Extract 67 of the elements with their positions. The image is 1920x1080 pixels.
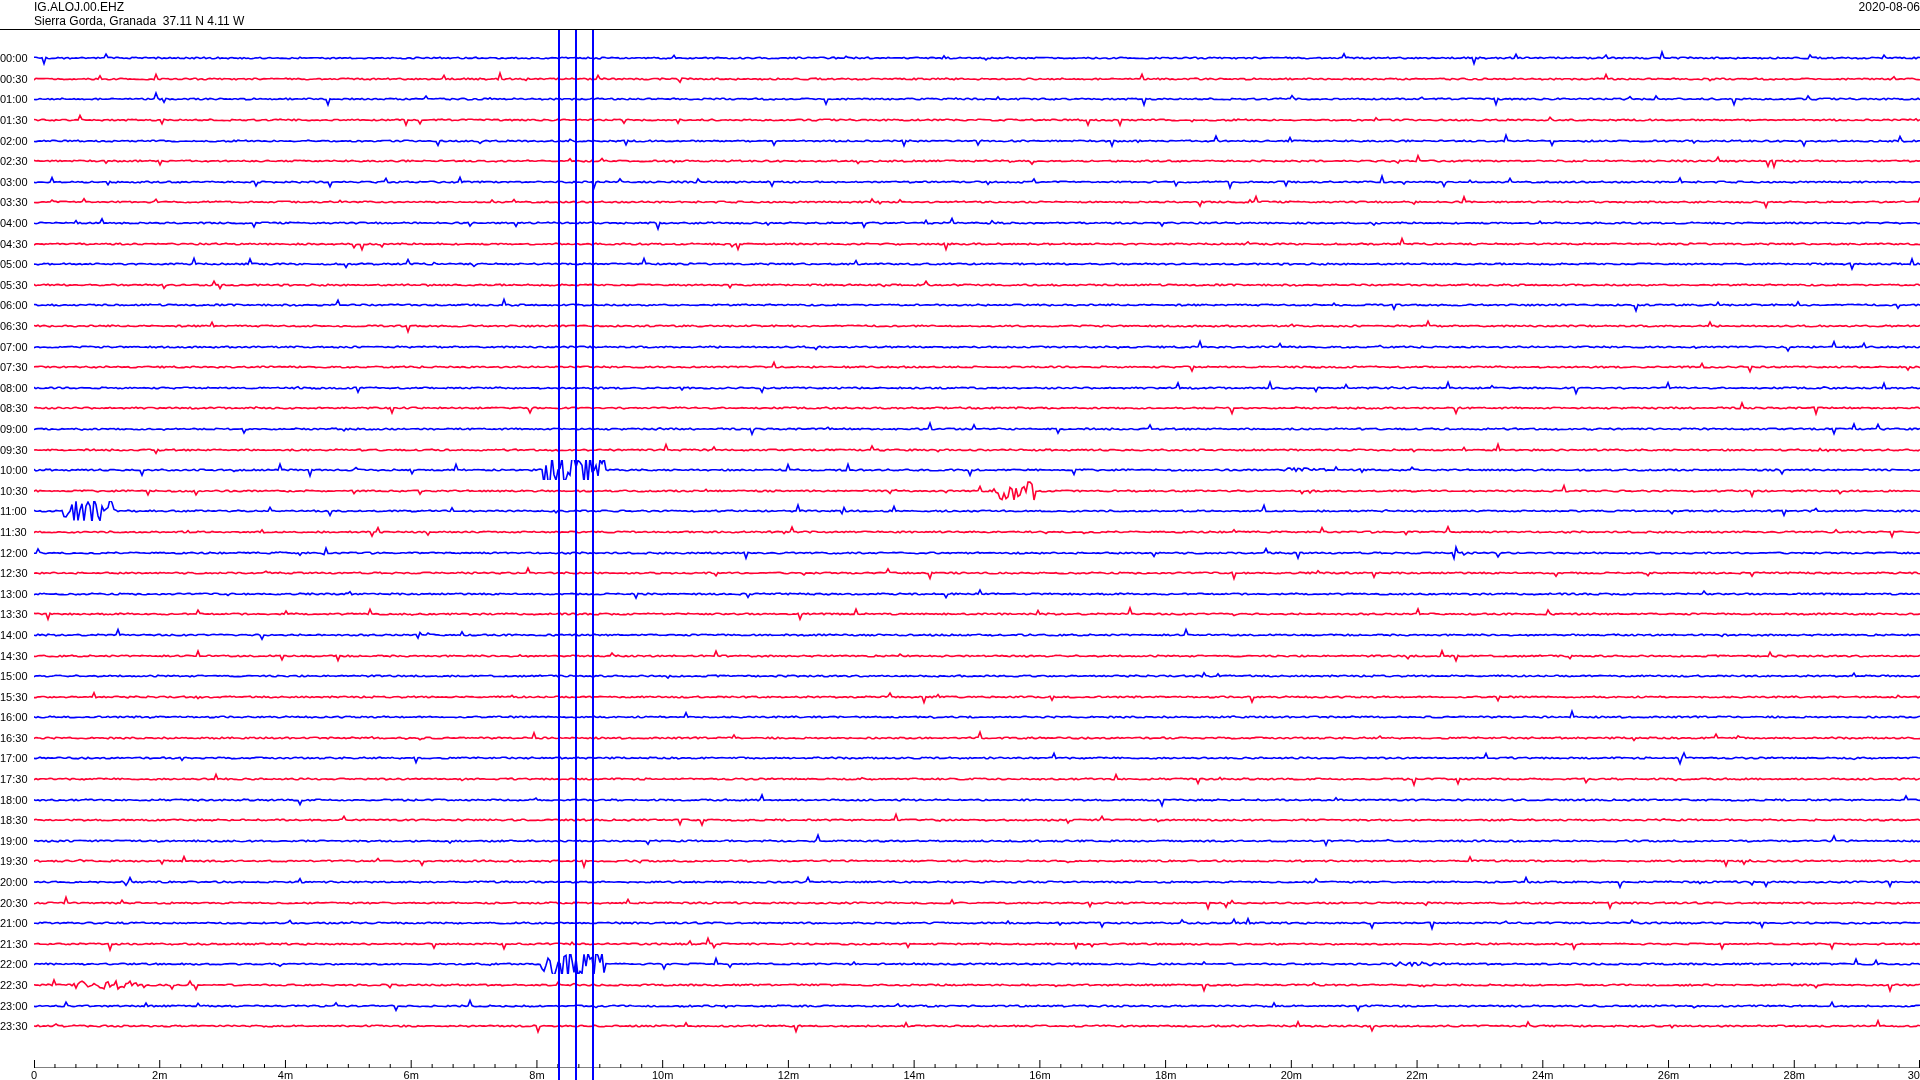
- time-label: 20:30: [0, 896, 29, 909]
- time-label: 01:00: [0, 93, 29, 106]
- axis-label: 2m: [152, 1067, 168, 1080]
- axis-label: 12m: [777, 1067, 800, 1080]
- time-label: 07:00: [0, 340, 29, 353]
- time-label: 17:30: [0, 773, 29, 786]
- station-location: Sierra Gorda, Granada 37.11 N 4.11 W: [34, 14, 245, 28]
- axis-label: 0: [31, 1067, 38, 1080]
- time-label: 05:00: [0, 258, 29, 271]
- time-label: 14:30: [0, 649, 29, 662]
- axis-label: 14m: [903, 1067, 925, 1080]
- time-label: 20:00: [0, 876, 29, 889]
- time-label: 10:30: [0, 484, 29, 497]
- axis-label: 30: [1907, 1067, 1920, 1080]
- time-label: 21:30: [0, 937, 29, 950]
- time-label: 12:00: [0, 546, 29, 559]
- time-label: 14:00: [0, 628, 29, 641]
- time-label: 19:00: [0, 834, 29, 847]
- time-label: 10:00: [0, 464, 29, 477]
- time-label: 15:30: [0, 690, 29, 703]
- station-code: IG.ALOJ.00.EHZ: [34, 0, 126, 14]
- time-label: 23:30: [0, 1020, 29, 1033]
- axis-label: 4m: [277, 1067, 294, 1080]
- date-label: 2020-08-06: [1858, 0, 1920, 16]
- time-label: 19:30: [0, 855, 29, 868]
- time-label: 21:00: [0, 917, 29, 930]
- time-label: 11:30: [0, 525, 28, 538]
- time-label: 08:30: [0, 402, 29, 415]
- time-label: 18:30: [0, 814, 29, 827]
- time-label: 02:00: [0, 134, 29, 147]
- time-label: 08:00: [0, 381, 29, 394]
- time-label: 04:00: [0, 217, 29, 230]
- time-label: 05:30: [0, 278, 29, 291]
- time-label: 16:00: [0, 711, 29, 724]
- axis-label: 20m: [1280, 1067, 1303, 1080]
- time-label: 13:30: [0, 608, 29, 621]
- time-label: 03:30: [0, 196, 29, 209]
- axis-label: 16m: [1029, 1067, 1051, 1080]
- time-label: 18:00: [0, 793, 29, 806]
- time-label: 16:30: [0, 731, 29, 744]
- time-label: 00:00: [0, 52, 29, 65]
- time-label: 11:00: [0, 505, 28, 518]
- axis-label: 8m: [529, 1067, 545, 1080]
- time-label: 09:30: [0, 443, 29, 456]
- time-label: 01:30: [0, 114, 29, 127]
- axis-label: 28m: [1783, 1067, 1805, 1080]
- axis-label: 22m: [1406, 1067, 1428, 1080]
- time-label: 22:00: [0, 958, 29, 971]
- axis-label: 10m: [651, 1067, 674, 1080]
- time-label: 15:00: [0, 670, 29, 683]
- time-label: 17:00: [0, 752, 29, 765]
- time-label: 00:30: [0, 72, 29, 85]
- time-label: 06:30: [0, 320, 29, 332]
- time-label: 04:30: [0, 237, 29, 250]
- time-label: 09:00: [0, 423, 29, 435]
- axis-label: 24m: [1532, 1067, 1554, 1080]
- time-label: 22:30: [0, 979, 29, 991]
- time-label: 13:00: [0, 587, 29, 600]
- axis-label: 18m: [1154, 1067, 1177, 1080]
- time-label: 03:00: [0, 175, 29, 188]
- axis-label: 26m: [1657, 1067, 1680, 1080]
- time-label: 12:30: [0, 567, 29, 580]
- time-label: 02:30: [0, 155, 29, 168]
- time-label: 07:30: [0, 361, 29, 374]
- axis-label: 6m: [403, 1067, 419, 1080]
- time-label: 23:00: [0, 999, 29, 1012]
- time-label: 06:00: [0, 299, 29, 312]
